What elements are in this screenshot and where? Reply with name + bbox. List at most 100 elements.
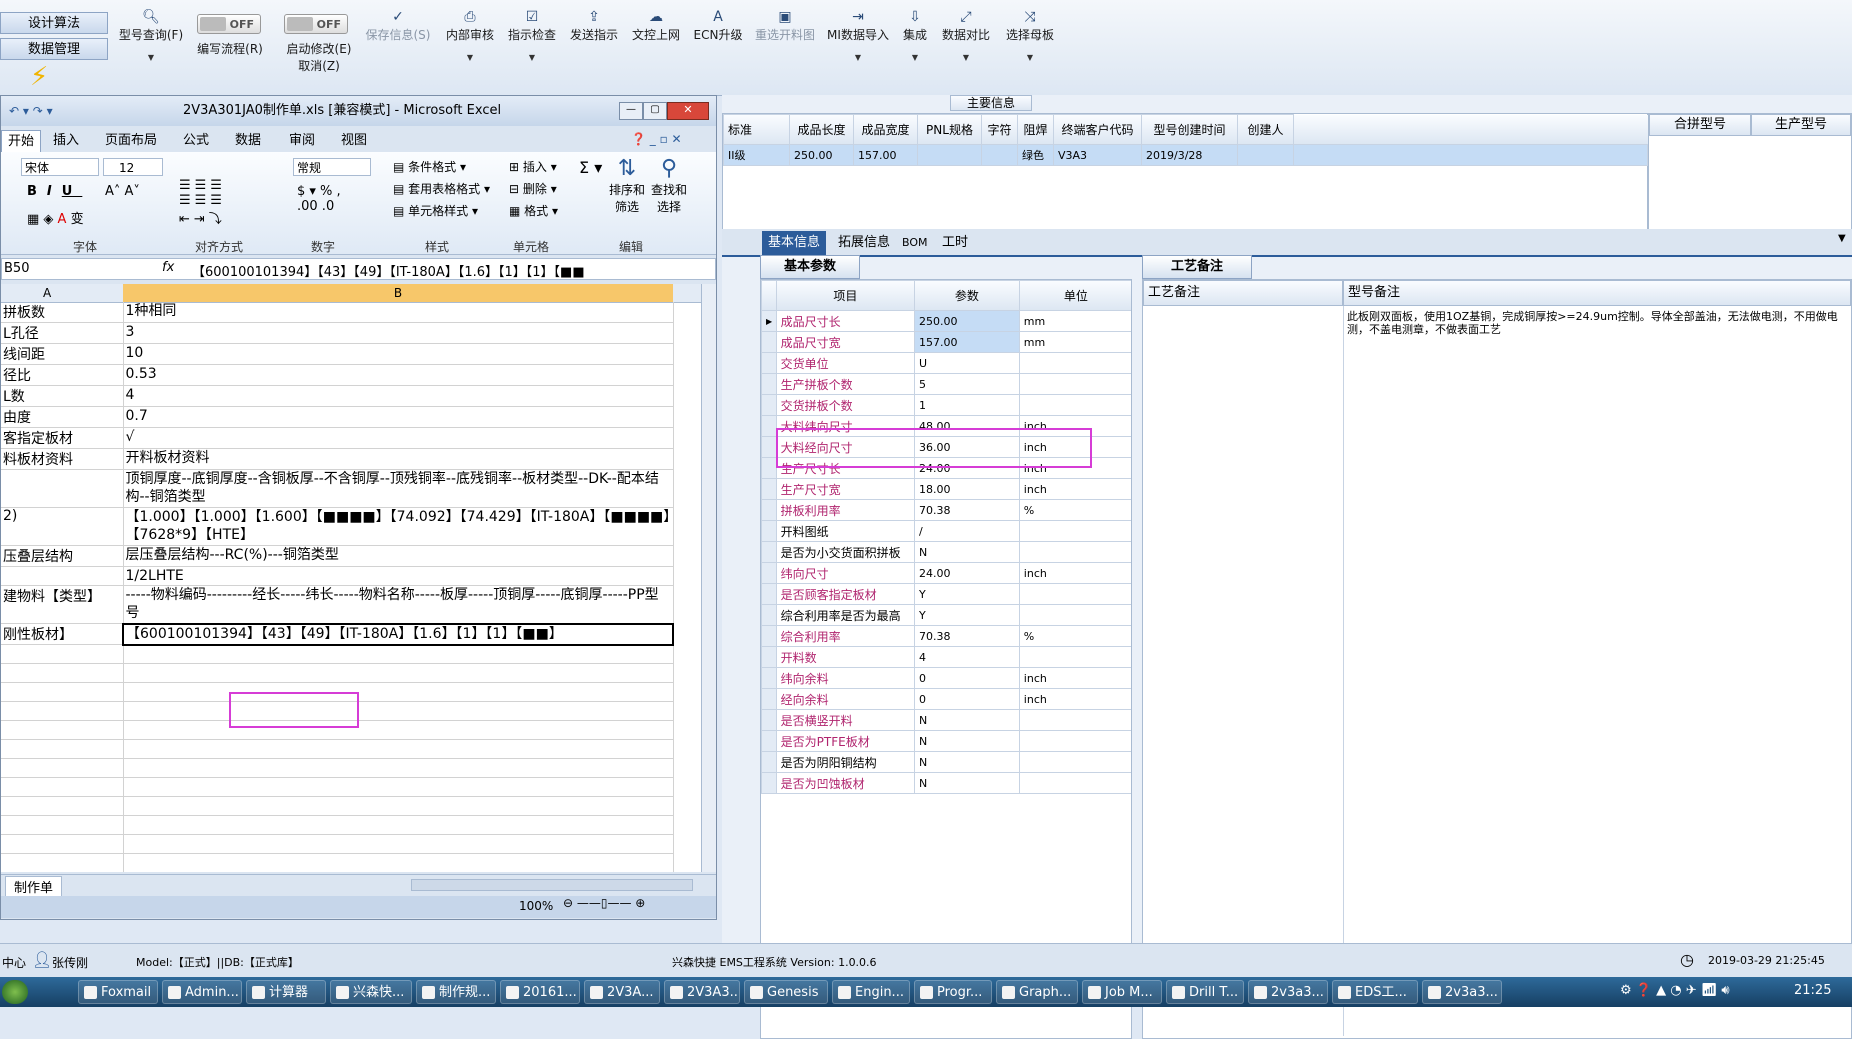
- cell-a[interactable]: [1, 682, 124, 702]
- cell-a[interactable]: [1, 777, 124, 797]
- start-button[interactable]: [2, 980, 28, 1004]
- table-row[interactable]: 纬向余料 0 inch: [761, 667, 1131, 689]
- cell-b[interactable]: 3: [123, 322, 674, 344]
- cell-a[interactable]: [1, 834, 124, 854]
- taskbar-item[interactable]: Admin...: [162, 980, 242, 1004]
- sheet-row[interactable]: [1, 796, 674, 816]
- param-value[interactable]: N: [914, 730, 1020, 752]
- data-management-button[interactable]: 数据管理: [0, 38, 108, 60]
- cell-b[interactable]: 【1.000】【1.000】【1.600】【■■■■】【74.092】【74.4…: [123, 507, 674, 546]
- sheet-row[interactable]: L孔径 3: [1, 322, 674, 344]
- table-row[interactable]: 综合利用率是否为最高 Y: [761, 604, 1131, 626]
- col-header[interactable]: 合拼型号: [1649, 114, 1751, 136]
- number-icons[interactable]: $ ▾ % , .00 .0: [297, 184, 341, 214]
- col-header[interactable]: 成品长度: [789, 114, 854, 145]
- param-value[interactable]: 0: [914, 667, 1020, 689]
- cell-a[interactable]: [1, 720, 124, 740]
- integrate-button[interactable]: ⇩ 集成 ▼: [898, 8, 932, 88]
- cell-a[interactable]: 由度: [1, 406, 124, 428]
- table-row[interactable]: 是否为阴阳铜结构 N: [761, 751, 1131, 773]
- tab-data[interactable]: 数据: [235, 130, 261, 152]
- border-fill-icons[interactable]: ▦ ◈ A 变: [27, 208, 84, 227]
- cell-b[interactable]: 0.7: [123, 406, 674, 428]
- cell-a[interactable]: [1, 644, 124, 664]
- param-value[interactable]: N: [914, 709, 1020, 731]
- tab-view[interactable]: 视图: [341, 130, 367, 152]
- find-select-button[interactable]: ⚲ 查找和选择: [649, 156, 689, 215]
- param-value[interactable]: 70.38: [914, 499, 1020, 521]
- cell-b[interactable]: [123, 663, 674, 683]
- taskbar-item[interactable]: Drill T...: [1166, 980, 1244, 1004]
- tab-home[interactable]: 开始: [1, 130, 42, 153]
- sheet-tab[interactable]: 制作单: [5, 876, 63, 897]
- write-flow-toggle[interactable]: OFF: [197, 14, 261, 34]
- insert-button[interactable]: ⊞ 插入 ▾: [509, 156, 558, 178]
- tab-bom[interactable]: BOM: [896, 231, 934, 255]
- tab-basic-info[interactable]: 基本信息: [762, 231, 827, 255]
- save-info-button[interactable]: ✓ 保存信息(S): [362, 8, 434, 88]
- sheet-row[interactable]: [1, 758, 674, 778]
- table-row[interactable]: 经向余料 0 inch: [761, 688, 1131, 710]
- taskbar-item[interactable]: Foxmail: [78, 980, 158, 1004]
- table-row[interactable]: 是否为凹蚀板材 N: [761, 772, 1131, 794]
- font-grow-icon[interactable]: A˄ A˅: [105, 184, 140, 199]
- table-row[interactable]: 综合利用率 70.38%: [761, 625, 1131, 647]
- tab-process-note[interactable]: 工艺备注: [1142, 255, 1252, 279]
- sheet-row[interactable]: 客指定板材 √: [1, 427, 674, 449]
- cell-a[interactable]: 径比: [1, 364, 124, 386]
- sheet-row[interactable]: [1, 663, 674, 683]
- param-value[interactable]: N: [914, 751, 1020, 773]
- cell-b[interactable]: [123, 853, 674, 872]
- tab-page-layout[interactable]: 页面布局: [105, 130, 157, 152]
- internal-review-button[interactable]: ⎙ 内部审核 ▼: [444, 8, 496, 88]
- param-value[interactable]: 250.00: [914, 310, 1020, 332]
- table-row[interactable]: 纬向尺寸 24.00 inch: [761, 562, 1131, 584]
- sum-icon[interactable]: Σ ▾: [579, 158, 602, 177]
- tab-basic-params[interactable]: 基本参数: [760, 255, 860, 279]
- param-value[interactable]: U: [914, 352, 1020, 374]
- sort-filter-button[interactable]: ⇅ 排序和筛选: [607, 156, 647, 215]
- name-box[interactable]: B50: [4, 261, 94, 276]
- mi-import-button[interactable]: ⇥ MI数据导入 ▼: [826, 8, 890, 88]
- taskbar-item[interactable]: Job M...: [1082, 980, 1162, 1004]
- table-row[interactable]: 开料数 4: [761, 646, 1131, 668]
- cell-a[interactable]: [1, 701, 124, 721]
- worksheet[interactable]: A B 拼板数 1种相同 L孔径 3 线间距 10 径比 0.53 L数 4 由度 0.7 客指定板材 √…: [1, 284, 701, 872]
- cell-a[interactable]: [1, 815, 124, 835]
- taskbar-item[interactable]: 制作规...: [416, 980, 496, 1004]
- cell-b[interactable]: 顶铜厚度--底铜厚度--含铜板厚--不含铜厚--顶残铜率--底残铜率--板材类型…: [123, 469, 674, 508]
- cell-a[interactable]: [1, 796, 124, 816]
- zoom-level[interactable]: 100%: [519, 899, 553, 913]
- cell-a[interactable]: [1, 853, 124, 872]
- design-algorithm-button[interactable]: 设计算法: [0, 12, 108, 34]
- col-header[interactable]: PNL规格: [917, 114, 982, 145]
- zoom-slider[interactable]: ⊖ ——▯—— ⊕: [563, 896, 645, 910]
- table-row[interactable]: 成品尺寸宽 157.00 mm: [761, 331, 1131, 353]
- font-style-buttons[interactable]: BIU: [27, 184, 82, 199]
- cell-b[interactable]: [123, 739, 674, 759]
- table-row[interactable]: 是否顾客指定板材 Y: [761, 583, 1131, 605]
- choose-master-button[interactable]: ⤨ 选择母板 ▼: [1000, 8, 1060, 88]
- cell-a[interactable]: L孔径: [1, 322, 124, 344]
- cell-a[interactable]: 压叠层结构: [1, 545, 124, 567]
- tab-hours[interactable]: 工时: [936, 231, 974, 255]
- taskbar-item[interactable]: Graph...: [996, 980, 1078, 1004]
- col-header[interactable]: 标准: [723, 114, 790, 145]
- sheet-row[interactable]: 2) 【1.000】【1.000】【1.600】【■■■■】【74.092】【74…: [1, 507, 674, 546]
- cell-b[interactable]: 1/2LHTE: [123, 566, 674, 586]
- sheet-row[interactable]: [1, 644, 674, 664]
- param-value[interactable]: 157.00: [914, 331, 1020, 353]
- cell-b[interactable]: √: [123, 427, 674, 449]
- param-value[interactable]: N: [914, 541, 1020, 563]
- cell-style-button[interactable]: ▤ 单元格样式 ▾: [393, 200, 490, 222]
- table-format-button[interactable]: ▤ 套用表格格式 ▾: [393, 178, 490, 200]
- cell-b[interactable]: 层压叠层结构---RC(%)---铜箔类型: [123, 545, 674, 567]
- taskbar-item[interactable]: 2v3a3...: [1248, 980, 1328, 1004]
- cell-b[interactable]: [123, 777, 674, 797]
- cell-b[interactable]: [123, 796, 674, 816]
- cell-a[interactable]: [1, 739, 124, 759]
- cell-a[interactable]: 建物料【类型】: [1, 585, 124, 624]
- function-icon[interactable]: fx: [162, 260, 174, 275]
- cell-a[interactable]: [1, 758, 124, 778]
- param-value[interactable]: /: [914, 520, 1020, 542]
